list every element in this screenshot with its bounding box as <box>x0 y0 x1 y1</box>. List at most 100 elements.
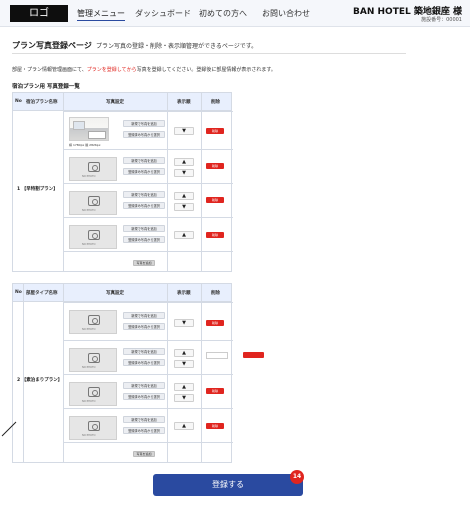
select-existing-photo-button[interactable]: 登録済み写真から選択 <box>123 168 165 175</box>
col-room-type-name: 部屋タイプ名称 <box>26 291 58 296</box>
camera-icon <box>88 230 100 240</box>
window-shape <box>73 121 85 130</box>
table-row: NO PHOTO 新規で写真を追加 登録済み写真から選択 ▲ ▼ 削除 <box>63 374 233 408</box>
plan-name: 1 【早特割プラン】 <box>17 187 58 192</box>
table-header: No 宿泊プラン名称 写真設定 表示順 削除 <box>13 93 231 111</box>
col-delete: 削除 <box>211 291 220 296</box>
no-photo-placeholder: NO PHOTO <box>69 191 117 215</box>
bed-shape <box>88 131 106 139</box>
no-photo-placeholder: NO PHOTO <box>69 310 117 334</box>
photo-caption: NO PHOTO <box>82 400 96 403</box>
table-row: NO PHOTO 新規で写真を追加 登録済み写真から選択 ▲ 削除 <box>63 217 233 251</box>
no-photo-placeholder: NO PHOTO <box>69 382 117 406</box>
col-photo: 写真設定 <box>106 100 124 105</box>
camera-icon <box>88 387 100 397</box>
photo-caption: NO PHOTO <box>82 328 96 331</box>
add-photo-button[interactable]: 写真を追加 <box>133 260 155 266</box>
nav-admin-menu[interactable]: 管理メニュー <box>77 8 125 21</box>
photo-caption: NO PHOTO <box>82 175 96 178</box>
column-divider <box>23 284 24 462</box>
notice-suffix: 写真を登録してください。登録後に部屋情報が表示されます。 <box>136 67 276 73</box>
floating-delete-button[interactable] <box>243 352 264 358</box>
delete-button[interactable]: 削除 <box>206 197 224 203</box>
nav-contact[interactable]: お問い合わせ <box>262 8 310 19</box>
camera-icon <box>88 196 100 206</box>
page-title: プラン写真登録ページ <box>12 41 92 50</box>
order-down-button[interactable]: ▼ <box>174 319 194 327</box>
col-plan-name: 宿泊プラン名称 <box>26 100 58 105</box>
nav-dashboard[interactable]: ダッシュボード <box>135 8 191 19</box>
select-existing-photo-button[interactable]: 登録済み写真から選択 <box>123 359 165 366</box>
table-row: NO PHOTO 新規で写真を追加 登録済み写真から選択 ▲ ▼ 削除 <box>63 183 233 217</box>
delete-button[interactable]: 削除 <box>206 320 224 326</box>
register-button[interactable]: 登録する <box>153 474 303 496</box>
table-row: NO PHOTO 新規で写真を追加 登録済み写真から選択 ▲ ▼ 削除 <box>63 149 233 183</box>
plan-photo-table-2: No 部屋タイプ名称 写真設定 表示順 削除 2 【素泊まりプラン】 NO PH… <box>12 283 233 464</box>
add-new-photo-button[interactable]: 新規で写真を追加 <box>123 157 165 164</box>
add-new-photo-button[interactable]: 新規で写真を追加 <box>123 225 165 232</box>
delete-button[interactable]: 削除 <box>206 163 224 169</box>
col-no: No <box>15 290 22 295</box>
pointer-arrow-icon <box>1 421 17 437</box>
select-existing-photo-button[interactable]: 登録済み写真から選択 <box>123 427 165 434</box>
col-photo: 写真設定 <box>106 291 124 296</box>
order-up-button[interactable]: ▲ <box>174 231 194 239</box>
col-delete: 削除 <box>211 100 220 105</box>
select-existing-photo-button[interactable]: 登録済み写真から選択 <box>123 131 165 138</box>
select-existing-photo-button[interactable]: 登録済み写真から選択 <box>123 323 165 330</box>
photo-caption: NO PHOTO <box>82 209 96 212</box>
order-down-button[interactable]: ▼ <box>174 360 194 368</box>
hotel-id: 施設番号：00001 <box>421 17 462 23</box>
notice-emphasis: プランを登録してから <box>86 67 137 73</box>
col-order: 表示順 <box>177 291 191 296</box>
notice-prefix: 部屋・プラン情報管理画面にて、 <box>12 67 87 73</box>
table-row: NO PHOTO 新規で写真を追加 登録済み写真から選択 ▼ 削除 <box>63 302 233 340</box>
col-no: No <box>15 99 22 104</box>
add-photo-row: 写真を追加 <box>63 251 233 273</box>
no-photo-placeholder: NO PHOTO <box>69 416 117 440</box>
no-photo-placeholder: NO PHOTO <box>69 157 117 181</box>
camera-icon <box>88 162 100 172</box>
no-photo-placeholder: NO PHOTO <box>69 348 117 372</box>
add-photo-row: 写真を追加 <box>63 442 233 464</box>
no-photo-placeholder: NO PHOTO <box>69 225 117 249</box>
order-up-button[interactable]: ▲ <box>174 383 194 391</box>
order-up-button[interactable]: ▲ <box>174 192 194 200</box>
plan-photo-table-1: No 宿泊プラン名称 写真設定 表示順 削除 1 【早特割プラン】 横 1780… <box>12 92 233 273</box>
title-divider <box>12 53 406 54</box>
table-row: NO PHOTO 新規で写真を追加 登録済み写真から選択 ▲ 削除 <box>63 408 233 442</box>
order-input[interactable] <box>206 352 228 359</box>
order-down-button[interactable]: ▼ <box>174 203 194 211</box>
add-new-photo-button[interactable]: 新規で写真を追加 <box>123 382 165 389</box>
add-new-photo-button[interactable]: 新規で写真を追加 <box>123 120 165 127</box>
photo-caption: NO PHOTO <box>82 366 96 369</box>
order-down-button[interactable]: ▼ <box>174 394 194 402</box>
add-new-photo-button[interactable]: 新規で写真を追加 <box>123 348 165 355</box>
order-down-button[interactable]: ▼ <box>174 169 194 177</box>
add-new-photo-button[interactable]: 新規で写真を追加 <box>123 312 165 319</box>
add-new-photo-button[interactable]: 新規で写真を追加 <box>123 416 165 423</box>
select-existing-photo-button[interactable]: 登録済み写真から選択 <box>123 202 165 209</box>
order-up-button[interactable]: ▲ <box>174 349 194 357</box>
select-existing-photo-button[interactable]: 登録済み写真から選択 <box>123 393 165 400</box>
delete-button[interactable]: 削除 <box>206 128 224 134</box>
add-new-photo-button[interactable]: 新規で写真を追加 <box>123 191 165 198</box>
col-order: 表示順 <box>177 100 191 105</box>
plan-name: 2 【素泊まりプラン】 <box>17 378 63 383</box>
table-header: No 部屋タイプ名称 写真設定 表示順 削除 <box>13 284 231 302</box>
photo-caption: NO PHOTO <box>82 243 96 246</box>
page-description: プラン写真の登録・削除・表示順管理ができるページです。 <box>96 43 258 50</box>
delete-button[interactable]: 削除 <box>206 232 224 238</box>
logo[interactable]: ロゴ <box>10 5 68 22</box>
order-up-button[interactable]: ▲ <box>174 158 194 166</box>
delete-button[interactable]: 削除 <box>206 388 224 394</box>
order-down-button[interactable]: ▼ <box>174 127 194 135</box>
add-photo-button[interactable]: 写真を追加 <box>133 451 155 457</box>
camera-icon <box>88 353 100 363</box>
notice-text: 部屋・プラン情報管理画面にて、プランを登録してから写真を登録してください。登録後… <box>12 66 276 73</box>
delete-button[interactable]: 削除 <box>206 423 224 429</box>
order-up-button[interactable]: ▲ <box>174 422 194 430</box>
camera-icon <box>88 421 100 431</box>
nav-beginners[interactable]: 初めての方へ <box>199 8 247 19</box>
select-existing-photo-button[interactable]: 登録済み写真から選択 <box>123 236 165 243</box>
